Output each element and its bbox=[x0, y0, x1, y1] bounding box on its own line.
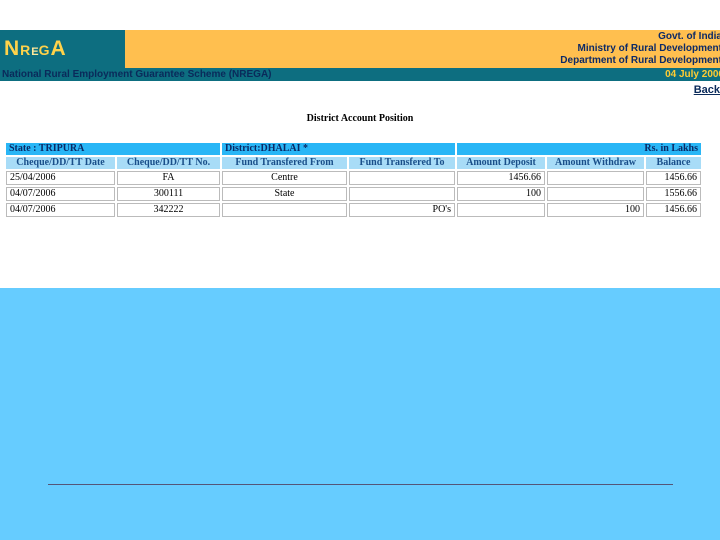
date-cell: 25/04/2006 bbox=[6, 171, 115, 185]
scheme-bar: National Rural Employment Guarantee Sche… bbox=[0, 68, 720, 81]
transfer-to-cell: PO's bbox=[349, 203, 455, 217]
govt-of-india-text: Govt. of India bbox=[658, 31, 720, 42]
scheme-name: National Rural Employment Guarantee Sche… bbox=[2, 69, 272, 80]
balance-cell: 1456.66 bbox=[646, 171, 701, 185]
deposit-cell: 100 bbox=[457, 187, 545, 201]
table-info-row: State : TRIPURA District:DHALAI * Rs. in… bbox=[6, 143, 701, 155]
cheque-no-cell: FA bbox=[117, 171, 220, 185]
table-row: 04/07/2006 300111 State 100 1556.66 bbox=[6, 187, 701, 201]
transfer-from-cell: Centre bbox=[222, 171, 347, 185]
district-label: District:DHALAI * bbox=[222, 143, 455, 155]
date-cell: 04/07/2006 bbox=[6, 203, 115, 217]
page-title: District Account Position bbox=[306, 113, 414, 124]
column-header: Amount Deposit bbox=[457, 157, 545, 169]
column-header: Fund Transfered From bbox=[222, 157, 347, 169]
deposit-cell bbox=[457, 203, 545, 217]
footer-divider bbox=[48, 484, 673, 485]
units-label: Rs. in Lakhs bbox=[457, 143, 701, 155]
column-header: Amount Withdraw bbox=[547, 157, 644, 169]
withdraw-cell: 100 bbox=[547, 203, 644, 217]
table-row: 04/07/2006 342222 PO's 100 1456.66 bbox=[6, 203, 701, 217]
site-header: NREGA Govt. of India Ministry of Rural D… bbox=[0, 30, 720, 68]
withdraw-cell bbox=[547, 187, 644, 201]
withdraw-cell bbox=[547, 171, 644, 185]
column-header: Fund Transfered To bbox=[349, 157, 455, 169]
browser-page: NREGA Govt. of India Ministry of Rural D… bbox=[0, 0, 720, 288]
cheque-no-cell: 342222 bbox=[117, 203, 220, 217]
ministry-text: Ministry of Rural Development bbox=[577, 43, 720, 54]
transfer-to-cell bbox=[349, 187, 455, 201]
table-row: 25/04/2006 FA Centre 1456.66 1456.66 bbox=[6, 171, 701, 185]
account-table: State : TRIPURA District:DHALAI * Rs. in… bbox=[4, 141, 703, 219]
column-header: Cheque/DD/TT No. bbox=[117, 157, 220, 169]
column-header: Cheque/DD/TT Date bbox=[6, 157, 115, 169]
balance-cell: 1456.66 bbox=[646, 203, 701, 217]
date-cell: 04/07/2006 bbox=[6, 187, 115, 201]
balance-cell: 1556.66 bbox=[646, 187, 701, 201]
nrega-logo: NREGA bbox=[0, 30, 125, 68]
current-date: 04 July 2006 bbox=[665, 69, 720, 80]
deposit-cell: 1456.66 bbox=[457, 171, 545, 185]
cheque-no-cell: 300111 bbox=[117, 187, 220, 201]
department-text: Department of Rural Development bbox=[560, 55, 720, 66]
transfer-to-cell bbox=[349, 171, 455, 185]
transfer-from-cell bbox=[222, 203, 347, 217]
transfer-from-cell: State bbox=[222, 187, 347, 201]
state-label: State : TRIPURA bbox=[6, 143, 220, 155]
table-header-row: Cheque/DD/TT Date Cheque/DD/TT No. Fund … bbox=[6, 157, 701, 169]
back-link[interactable]: Back bbox=[694, 84, 720, 96]
column-header: Balance bbox=[646, 157, 701, 169]
